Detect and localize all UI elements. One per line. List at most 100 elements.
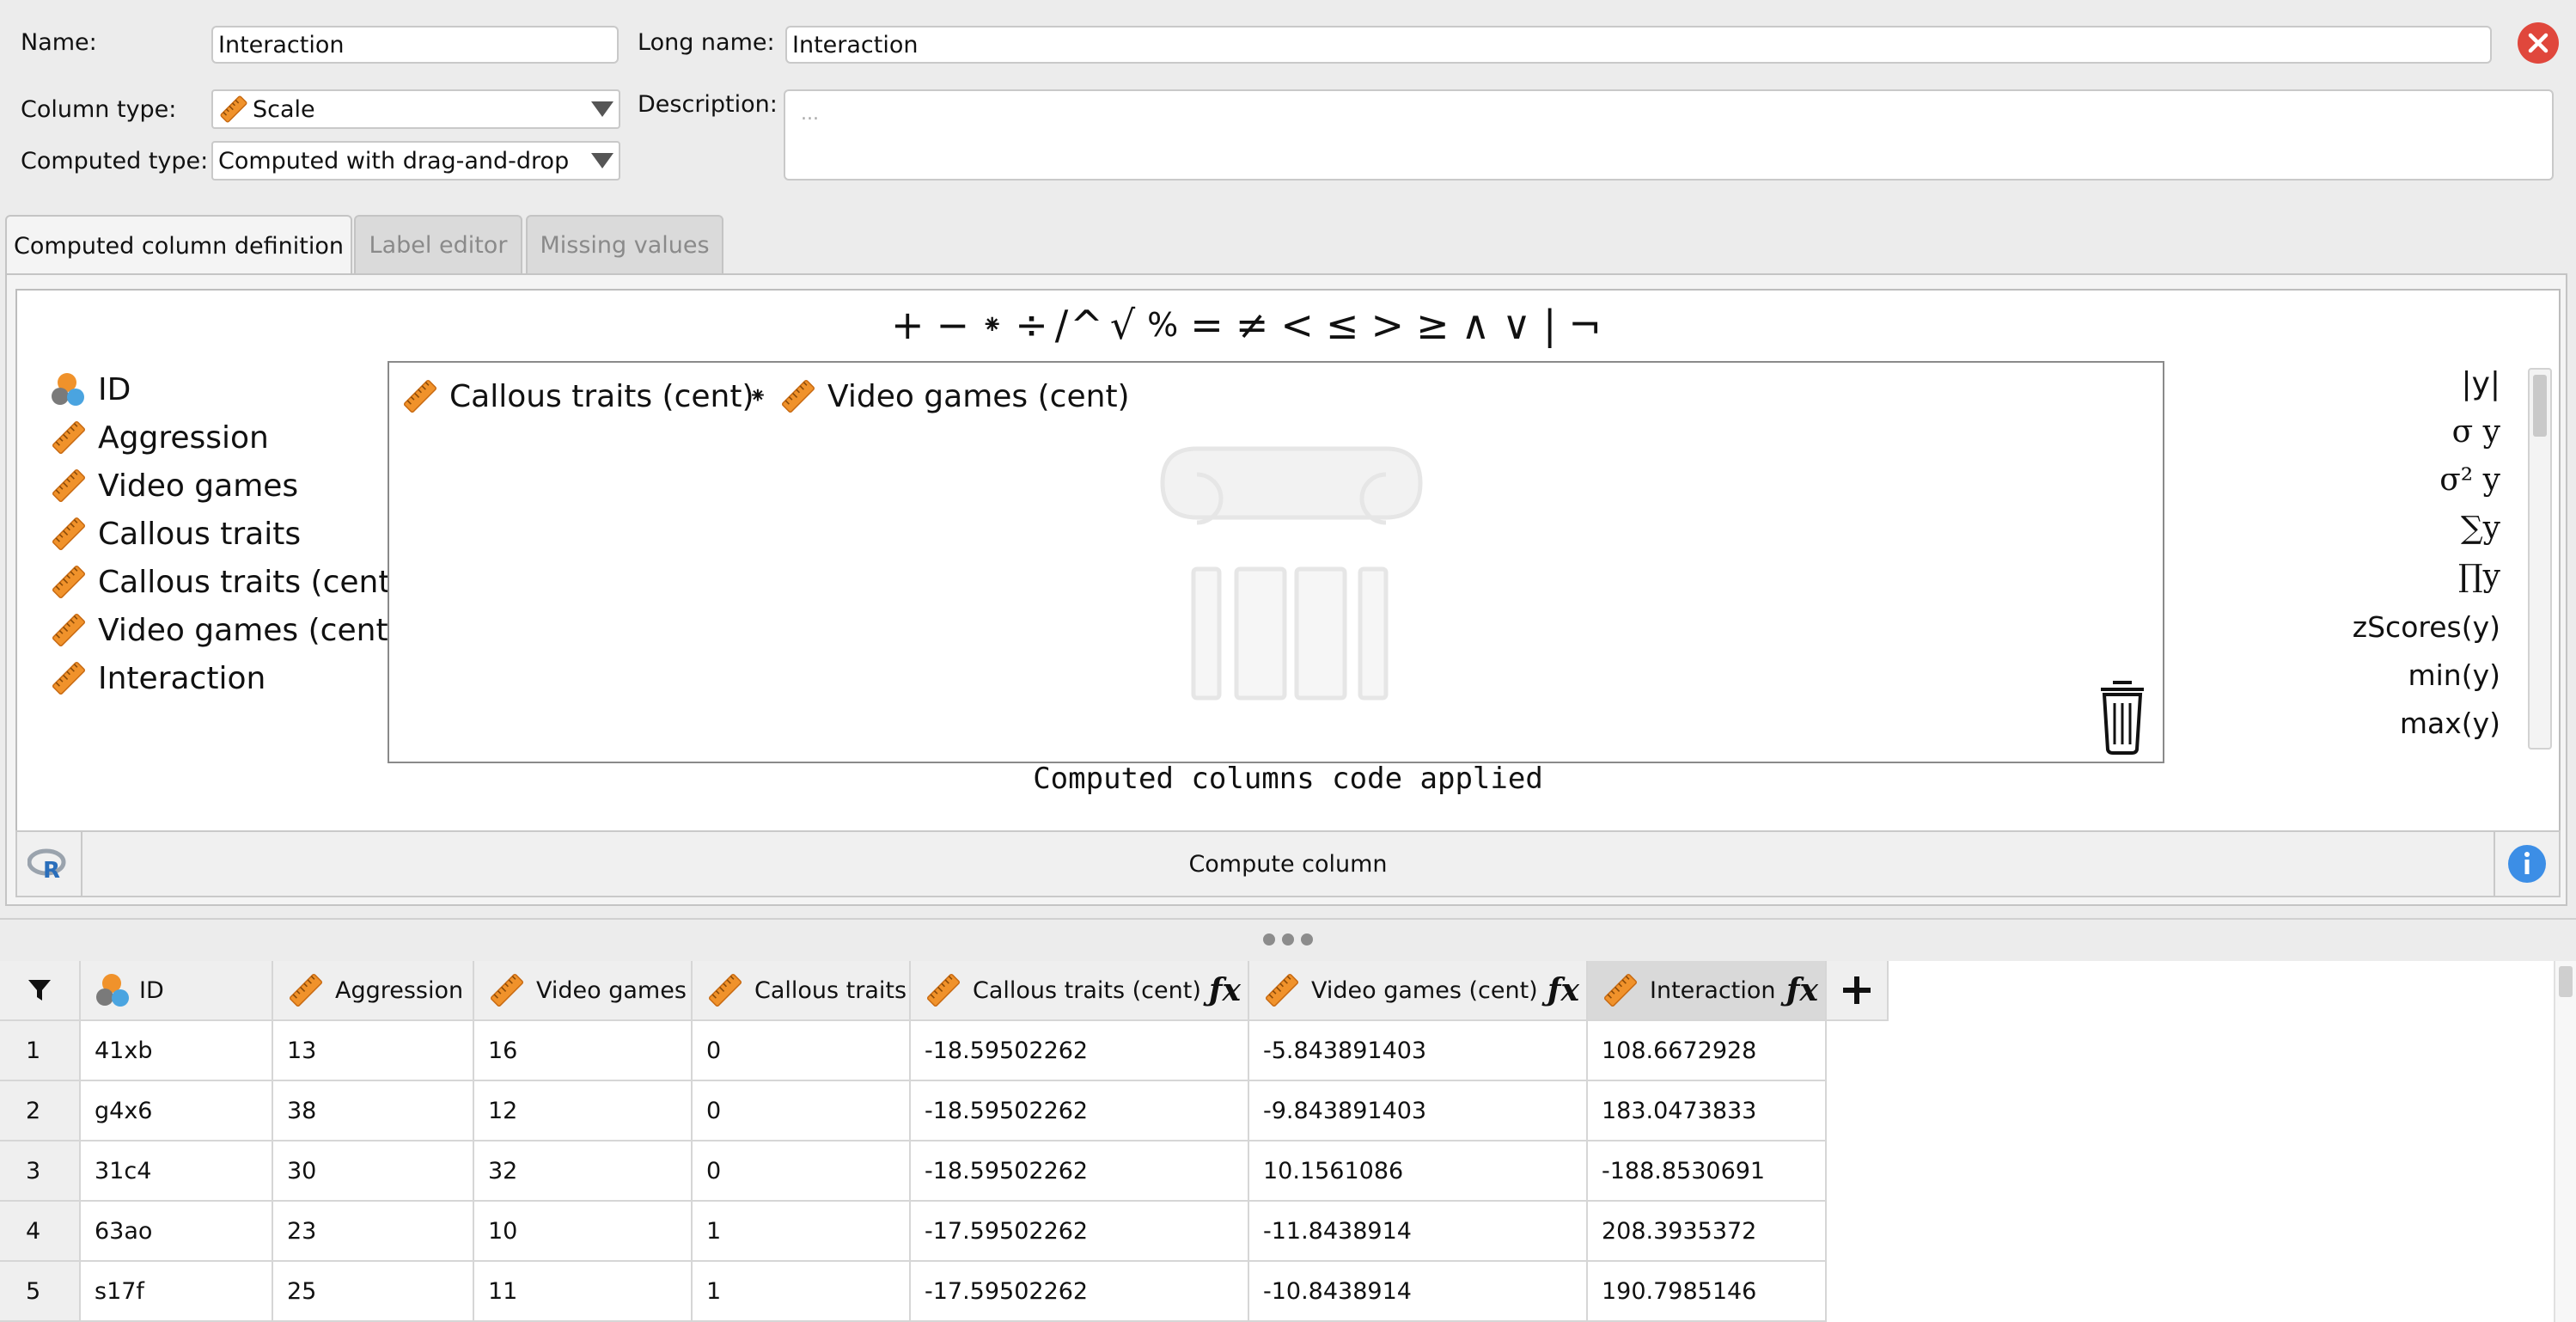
function-sd[interactable]: σ y [2452, 414, 2500, 450]
variable-item-aggression[interactable]: Aggression [50, 416, 269, 459]
operator-power[interactable]: ^ [1069, 302, 1104, 348]
table-cell[interactable]: 1 [693, 1202, 911, 1262]
operator-less-equal[interactable]: ≤ [1320, 302, 1365, 348]
row-header[interactable]: 3 [0, 1141, 81, 1202]
r-syntax-button[interactable]: R [17, 832, 82, 896]
scrollbar-thumb[interactable] [2533, 375, 2547, 437]
table-cell[interactable]: 25 [273, 1262, 474, 1322]
table-cell[interactable]: 12 [474, 1081, 693, 1141]
table-cell[interactable]: 190.7985146 [1588, 1262, 1827, 1322]
operator-divide[interactable]: ÷ [1009, 302, 1054, 348]
add-column-button[interactable] [1827, 961, 1889, 1021]
functions-scrollbar[interactable] [2528, 368, 2552, 750]
info-button[interactable] [2494, 832, 2559, 896]
table-cell[interactable]: 13 [273, 1021, 474, 1081]
table-cell[interactable]: 31c4 [81, 1141, 273, 1202]
description-input[interactable]: ... [784, 89, 2554, 181]
function-sum[interactable]: ∑y [2461, 511, 2500, 546]
table-cell[interactable]: -5.843891403 [1249, 1021, 1588, 1081]
variable-item-interaction[interactable]: Interaction [50, 657, 266, 700]
table-cell[interactable]: -18.59502262 [911, 1141, 1249, 1202]
column-header-aggression[interactable]: Aggression [273, 961, 474, 1021]
table-cell[interactable]: 108.6672928 [1588, 1021, 1827, 1081]
grid-scrollbar[interactable] [2554, 961, 2576, 1322]
filter-button[interactable] [0, 961, 81, 1021]
row-header[interactable]: 5 [0, 1262, 81, 1322]
operator-and[interactable]: ∧ [1456, 302, 1497, 348]
scrollbar-thumb[interactable] [2559, 966, 2573, 997]
table-cell[interactable]: -188.8530691 [1588, 1141, 1827, 1202]
table-cell[interactable]: 10 [474, 1202, 693, 1262]
table-cell[interactable]: -18.59502262 [911, 1081, 1249, 1141]
table-cell[interactable]: 16 [474, 1021, 693, 1081]
variable-item-video-games-cent[interactable]: Video games (cent) [50, 609, 400, 652]
column-header-callous-traits[interactable]: Callous traits [693, 961, 911, 1021]
operator-greater-equal[interactable]: ≥ [1410, 302, 1456, 348]
table-cell[interactable]: -17.59502262 [911, 1262, 1249, 1322]
table-cell[interactable]: s17f [81, 1262, 273, 1322]
operator-sqrt[interactable]: √ [1104, 302, 1141, 348]
table-cell[interactable]: 38 [273, 1081, 474, 1141]
column-header-callous-traits-cent[interactable]: Callous traits (cent) ƒx [911, 961, 1249, 1021]
variable-item-video-games[interactable]: Video games [50, 464, 298, 507]
tab-label-editor[interactable]: Label editor [354, 215, 522, 273]
table-cell[interactable]: 11 [474, 1262, 693, 1322]
operator-not[interactable]: ¬ [1562, 302, 1608, 348]
operator-not-equal[interactable]: ≠ [1230, 302, 1275, 348]
formula-operand-left[interactable]: Callous traits (cent) [401, 375, 754, 418]
table-cell[interactable]: -9.843891403 [1249, 1081, 1588, 1141]
name-input[interactable]: Interaction [211, 26, 619, 64]
table-cell[interactable]: -11.8438914 [1249, 1202, 1588, 1262]
computed-type-select[interactable]: Computed with drag-and-drop [211, 141, 620, 181]
variable-item-callous-traits-cent[interactable]: Callous traits (cent) [50, 560, 403, 603]
function-min[interactable]: min(y) [2408, 658, 2500, 692]
table-cell[interactable]: 23 [273, 1202, 474, 1262]
function-max[interactable]: max(y) [2400, 707, 2500, 740]
operator-less[interactable]: < [1274, 302, 1320, 348]
table-cell[interactable]: 41xb [81, 1021, 273, 1081]
row-header[interactable]: 2 [0, 1081, 81, 1141]
table-cell[interactable]: 30 [273, 1141, 474, 1202]
operator-or[interactable]: ∨ [1496, 302, 1537, 348]
variable-item-callous-traits[interactable]: Callous traits [50, 512, 301, 555]
table-cell[interactable]: -18.59502262 [911, 1021, 1249, 1081]
function-product[interactable]: ∏y [2458, 559, 2500, 594]
operator-plus[interactable]: + [885, 302, 931, 348]
formula-drop-area[interactable]: Callous traits (cent) ⁕ Video games (cen… [388, 361, 2164, 763]
table-cell[interactable]: -17.59502262 [911, 1202, 1249, 1262]
table-cell[interactable]: -10.8438914 [1249, 1262, 1588, 1322]
operator-modulo[interactable]: % [1141, 306, 1184, 344]
panel-splitter[interactable] [0, 918, 2576, 959]
column-header-interaction[interactable]: Interaction ƒx [1588, 961, 1827, 1021]
operator-multiply[interactable]: ⁕ [975, 310, 1009, 340]
operator-equals[interactable]: = [1184, 302, 1230, 348]
operator-slash[interactable]: / [1054, 302, 1070, 348]
row-header[interactable]: 4 [0, 1202, 81, 1262]
formula-operand-right[interactable]: Video games (cent) [779, 375, 1130, 418]
table-cell[interactable]: 32 [474, 1141, 693, 1202]
variable-item-id[interactable]: ID [50, 368, 131, 411]
table-cell[interactable]: 183.0473833 [1588, 1081, 1827, 1141]
function-variance[interactable]: σ² y [2439, 462, 2500, 498]
formula-operator[interactable]: ⁕ [748, 375, 767, 418]
table-cell[interactable]: 0 [693, 1081, 911, 1141]
tab-missing-values[interactable]: Missing values [526, 215, 723, 273]
operator-minus[interactable]: − [931, 302, 976, 348]
close-button[interactable] [2518, 22, 2559, 64]
function-zscores[interactable]: zScores(y) [2353, 610, 2500, 644]
compute-column-button[interactable]: Compute column [82, 832, 2494, 896]
column-type-select[interactable]: Scale [211, 89, 620, 129]
table-cell[interactable]: 10.1561086 [1249, 1141, 1588, 1202]
table-cell[interactable]: 208.3935372 [1588, 1202, 1827, 1262]
column-header-id[interactable]: ID [81, 961, 273, 1021]
operator-pipe[interactable]: | [1537, 302, 1563, 348]
trash-icon[interactable] [2094, 676, 2151, 756]
column-header-video-games-cent[interactable]: Video games (cent) ƒx [1249, 961, 1588, 1021]
operator-greater[interactable]: > [1364, 302, 1410, 348]
table-cell[interactable]: 1 [693, 1262, 911, 1322]
table-cell[interactable]: g4x6 [81, 1081, 273, 1141]
tab-computed-column-definition[interactable]: Computed column definition [5, 215, 352, 275]
table-cell[interactable]: 0 [693, 1021, 911, 1081]
table-cell[interactable]: 63ao [81, 1202, 273, 1262]
row-header[interactable]: 1 [0, 1021, 81, 1081]
